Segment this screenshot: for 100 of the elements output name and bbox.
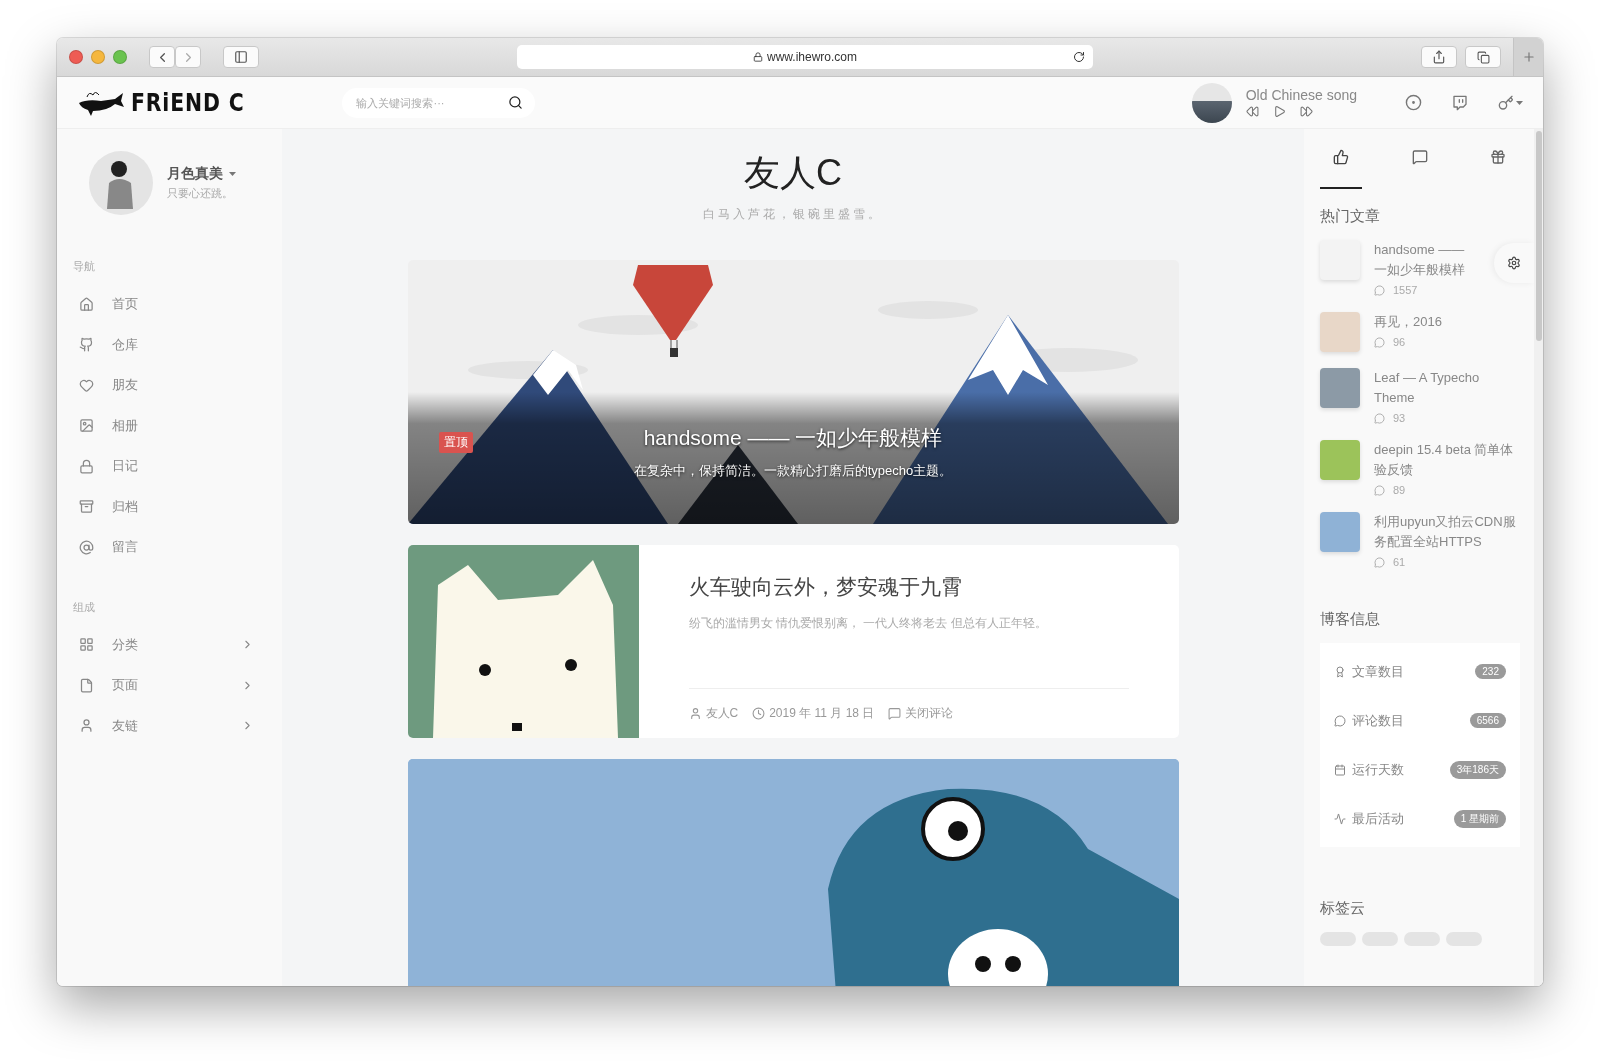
target-icon	[1405, 94, 1422, 111]
search-input[interactable]: 输入关键词搜索···	[354, 95, 509, 110]
info-label: 最后活动	[1352, 809, 1405, 828]
settings-button[interactable]	[1494, 243, 1534, 283]
heart-icon	[79, 377, 94, 393]
image-icon	[79, 418, 94, 434]
music-toggle-button[interactable]	[1405, 94, 1422, 111]
settings-icon	[1507, 256, 1521, 270]
popular-post-title: 利用upyun又拍云CDN服务配置全站HTTPS	[1374, 513, 1516, 551]
zoom-button[interactable]	[113, 50, 127, 64]
plus-icon	[1521, 50, 1536, 64]
share-icon	[1432, 50, 1446, 64]
popular-post-item[interactable]: 再见，2016 96	[1320, 312, 1516, 352]
comment-status: 关闭评论	[905, 705, 954, 722]
file-icon	[79, 677, 94, 693]
comment-count: 1557	[1393, 284, 1418, 296]
back-button[interactable]	[149, 46, 175, 68]
gift-icon	[1490, 149, 1506, 165]
comment-icon	[1334, 714, 1346, 727]
user-icon	[79, 718, 94, 734]
scrollbar[interactable]	[1534, 129, 1543, 986]
comment-icon	[1374, 556, 1385, 568]
thumbs-up-icon	[1333, 149, 1349, 165]
nav-item[interactable]: 留言	[57, 527, 282, 568]
nav-item[interactable]: 归档	[57, 486, 282, 527]
nav-item[interactable]: 页面	[57, 665, 282, 706]
nav-item[interactable]: 朋友	[57, 365, 282, 406]
sidebar-tab[interactable]	[1320, 149, 1362, 189]
clock-icon	[752, 707, 766, 720]
message-icon	[1411, 149, 1428, 165]
post-title[interactable]: 火车驶向云外，梦安魂于九霄	[688, 573, 1129, 601]
nav-section-heading: 导航	[72, 259, 96, 274]
nav-item[interactable]: 首页	[57, 284, 282, 325]
reload-icon[interactable]	[1073, 51, 1085, 63]
comment-icon	[1374, 284, 1385, 296]
close-button[interactable]	[69, 50, 83, 64]
url-text: www.ihewro.com	[767, 50, 857, 64]
popular-post-title: deepin 15.4 beta 简单体验反馈	[1374, 441, 1515, 479]
sidebar-icon	[234, 50, 248, 64]
post-author: 友人C	[705, 705, 739, 722]
site-title: 友人C	[744, 151, 842, 195]
popular-post-title: Leaf — A Typecho Theme	[1374, 369, 1481, 407]
user-name-dropdown[interactable]: 月色真美	[167, 165, 236, 183]
chat-icon	[1452, 94, 1468, 111]
user-motto: 只要心还跳。	[167, 186, 234, 201]
address-bar[interactable]: www.ihewro.com	[517, 45, 1093, 69]
info-value: 1 星期前	[1453, 809, 1506, 828]
play-icon[interactable]	[1272, 105, 1286, 118]
comment-count: 61	[1393, 556, 1406, 568]
info-value: 6566	[1469, 713, 1506, 728]
share-button[interactable]	[1421, 46, 1457, 68]
popular-post-item[interactable]: deepin 15.4 beta 简单体验反馈 89	[1320, 440, 1516, 496]
info-value: 3年186天	[1449, 760, 1506, 779]
previous-track-icon[interactable]	[1245, 105, 1259, 118]
popular-post-item[interactable]: Leaf — A Typecho Theme 93	[1320, 368, 1516, 424]
chat-button[interactable]	[1452, 94, 1468, 111]
info-label: 评论数目	[1352, 711, 1405, 730]
post-thumbnail	[1320, 512, 1360, 552]
nav-item[interactable]: 分类	[57, 624, 282, 665]
login-button[interactable]	[1498, 94, 1523, 111]
post-date: 2019 年 11 月 18 日	[769, 705, 875, 722]
user-icon	[688, 707, 702, 720]
post-thumbnail	[1320, 440, 1360, 480]
popular-post-item[interactable]: handsome —— 一如少年般模样 1557	[1320, 240, 1480, 296]
song-title: Old Chinese song	[1245, 87, 1357, 103]
post-excerpt: 纷飞的滥情男女 情仇爱恨别离， 一代人终将老去 但总有人正年轻。	[688, 615, 1048, 632]
search-field[interactable]: 输入关键词搜索···	[342, 87, 536, 118]
avatar-silhouette	[89, 151, 153, 215]
at-sign-icon	[79, 539, 94, 555]
comment-icon	[888, 707, 902, 720]
site-logo-text[interactable]: FRiEND C	[131, 88, 245, 117]
lock-icon	[753, 52, 763, 62]
section-heading: 热门文章	[1320, 207, 1381, 226]
nav-item[interactable]: 日记	[57, 446, 282, 487]
pinned-badge: 置顶	[438, 432, 473, 453]
comment-icon	[1374, 484, 1385, 496]
calendar-icon	[1334, 763, 1346, 776]
sidebar-toggle-button[interactable]	[223, 46, 259, 68]
post-thumbnail	[1320, 368, 1360, 408]
caret-icon	[229, 172, 236, 176]
github-icon	[79, 337, 94, 353]
popular-post-item[interactable]: 利用upyun又拍云CDN服务配置全站HTTPS 61	[1320, 512, 1516, 568]
section-heading: 博客信息	[1320, 610, 1381, 629]
popular-post-title: handsome —— 一如少年般模样	[1374, 241, 1466, 279]
next-track-icon[interactable]	[1299, 105, 1313, 118]
key-icon	[1498, 94, 1514, 111]
nav-item[interactable]: 友链	[57, 705, 282, 746]
grid-icon	[79, 637, 94, 653]
tabs-button[interactable]	[1465, 46, 1501, 68]
comment-icon	[1374, 412, 1385, 424]
lock-icon	[79, 458, 94, 474]
section-heading: 标签云	[1320, 899, 1366, 918]
nav-item[interactable]: 仓库	[57, 324, 282, 365]
tabs-icon	[1476, 50, 1490, 64]
activity-icon	[1334, 812, 1346, 825]
popular-post-title: 再见，2016	[1374, 313, 1442, 331]
search-icon[interactable]	[508, 95, 524, 110]
comment-count: 89	[1393, 484, 1406, 496]
info-label: 文章数目	[1352, 662, 1405, 681]
nav-item[interactable]: 相册	[57, 405, 282, 446]
